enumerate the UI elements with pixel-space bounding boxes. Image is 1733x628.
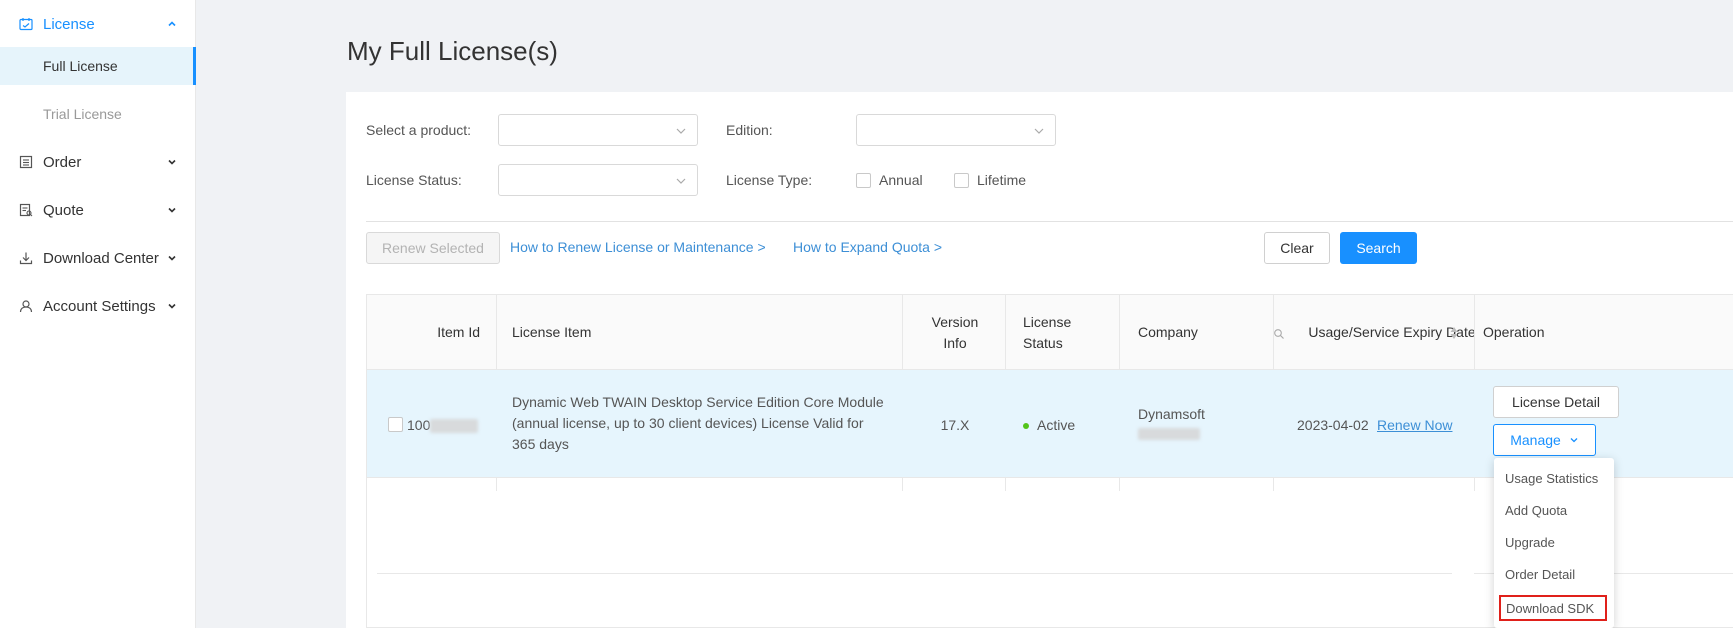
checkbox-box[interactable] (856, 172, 871, 188)
th-license-item: License Item (512, 324, 592, 340)
chevron-down-icon (1569, 435, 1579, 445)
license-item-text: Dynamic Web TWAIN Desktop Service Editio… (512, 394, 884, 452)
sidebar-item-trial-license[interactable]: Trial License (0, 95, 196, 133)
row-checkbox[interactable] (388, 417, 403, 432)
status-cell: Active (1023, 415, 1075, 436)
status-text: Active (1037, 417, 1076, 433)
item-id-text: 100 (407, 417, 431, 433)
product-select[interactable] (498, 114, 698, 146)
th-version-info: Version Info (931, 313, 979, 351)
license-icon (19, 17, 33, 31)
license-detail-button[interactable]: License Detail (1493, 386, 1619, 418)
user-icon (19, 299, 33, 313)
status-select[interactable] (498, 164, 698, 196)
lifetime-checkbox[interactable]: Lifetime (954, 172, 1026, 188)
renew-selected-button[interactable]: Renew Selected (366, 232, 500, 264)
clear-button[interactable]: Clear (1264, 232, 1330, 264)
type-label: License Type: (726, 172, 813, 188)
chevron-up-icon (166, 18, 178, 30)
row-divider (377, 573, 1452, 574)
product-label: Select a product: (366, 122, 472, 138)
sidebar-item-account-settings[interactable]: Account Settings (0, 282, 196, 330)
sidebar: License Full License Trial License Order… (0, 0, 196, 628)
redacted-block (1138, 428, 1200, 440)
th-company[interactable]: Company (1138, 295, 1258, 370)
sidebar-item-label: License (43, 15, 95, 33)
th-expiry-date[interactable]: Usage/Service Expiry Date (1292, 295, 1492, 370)
menu-item-add-quota[interactable]: Add Quota (1494, 496, 1614, 524)
menu-item-usage-statistics[interactable]: Usage Statistics (1494, 464, 1614, 492)
sidebar-item-license[interactable]: License (0, 0, 196, 48)
status-dot (1023, 423, 1029, 430)
sidebar-item-download-center[interactable]: Download Center (0, 234, 196, 282)
company-text: Dynamsoft (1138, 406, 1205, 422)
sidebar-item-full-license[interactable]: Full License (0, 47, 196, 85)
status-label: License Status: (366, 172, 462, 188)
table-header: Item Id License Item Version Info Licens… (367, 295, 1733, 370)
chevron-down-icon (166, 156, 178, 168)
chevron-down-icon (675, 124, 687, 136)
chevron-down-icon (1033, 124, 1045, 136)
sidebar-item-quote[interactable]: Quote (0, 186, 196, 234)
chevron-down-icon (166, 300, 178, 312)
chevron-down-icon (166, 252, 178, 264)
annual-checkbox[interactable]: Annual (856, 172, 923, 188)
th-operation: Operation (1483, 324, 1545, 340)
edition-label: Edition: (726, 122, 773, 138)
sidebar-item-label: Account Settings (43, 297, 156, 315)
chevron-down-icon (675, 174, 687, 186)
th-item-id: Item Id (437, 324, 480, 340)
checkbox-label: Annual (879, 172, 923, 188)
sidebar-item-label: Download Center (43, 249, 159, 267)
checkbox-box[interactable] (954, 172, 969, 188)
item-id: 100 (407, 415, 479, 436)
sidebar-item-label: Trial License (43, 106, 122, 122)
version-text: 17.X (940, 417, 970, 433)
how-to-renew-link[interactable]: How to Renew License or Maintenance > (510, 239, 766, 255)
chevron-down-icon (166, 204, 178, 216)
quote-icon (19, 203, 33, 217)
divider (366, 221, 1733, 222)
search-icon[interactable] (1273, 327, 1285, 339)
th-company-label: Company (1138, 324, 1198, 340)
sort-icon[interactable] (1449, 325, 1459, 341)
search-button[interactable]: Search (1340, 232, 1417, 264)
sidebar-item-label: Order (43, 153, 82, 171)
sidebar-item-label: Full License (43, 58, 118, 74)
th-license-status: License Status (1023, 313, 1072, 351)
expiry-date: 2023-04-02 (1297, 417, 1369, 433)
checkbox-label: Lifetime (977, 172, 1027, 188)
redacted-block (430, 419, 479, 434)
manage-dropdown: Usage Statistics Add Quota Upgrade Order… (1494, 458, 1614, 628)
sidebar-item-order[interactable]: Order (0, 138, 196, 186)
manage-button[interactable]: Manage (1493, 424, 1596, 456)
sidebar-item-label: Quote (43, 201, 84, 219)
manage-label: Manage (1510, 432, 1561, 448)
page-title: My Full License(s) (347, 36, 558, 66)
order-icon (19, 155, 33, 169)
edition-select[interactable] (856, 114, 1056, 146)
download-icon (19, 251, 33, 265)
menu-item-upgrade[interactable]: Upgrade (1494, 528, 1614, 556)
menu-item-download-sdk[interactable]: Download SDK (1499, 595, 1607, 621)
how-to-expand-quota-link[interactable]: How to Expand Quota > (793, 239, 942, 255)
renew-now-link[interactable]: Renew Now (1377, 415, 1452, 436)
menu-item-order-detail[interactable]: Order Detail (1494, 560, 1614, 588)
